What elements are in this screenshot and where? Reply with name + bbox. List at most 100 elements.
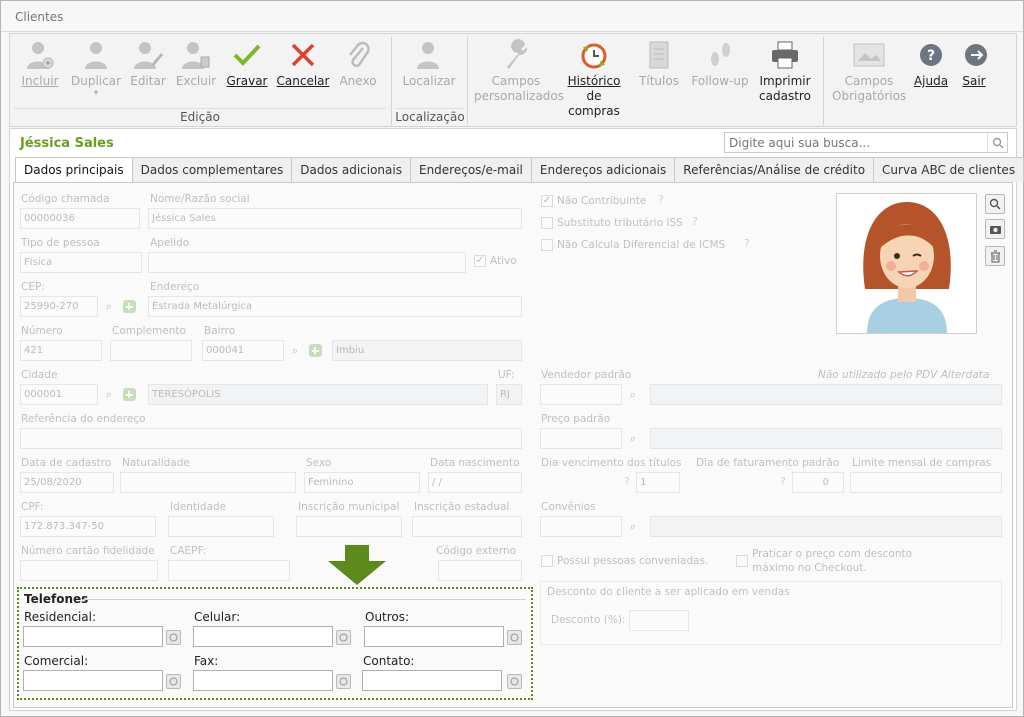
tipo-select[interactable]: Física [20,252,142,273]
delete-photo-button[interactable] [985,246,1005,266]
identidade-field[interactable] [168,516,274,537]
sexo-select[interactable]: Feminino [304,472,420,493]
followup-button[interactable]: Follow-up [690,38,750,89]
add-icon[interactable] [120,297,138,316]
cep-field[interactable]: 25990-270 [20,296,98,317]
tab-dados-adicionais[interactable]: Dados adicionais [291,157,411,182]
residencial-field[interactable] [23,626,163,647]
data-cadastro-field[interactable]: 25/08/2020 [20,472,114,493]
search-icon[interactable]: ⌕ [624,429,642,448]
ajuda-button[interactable]: ? Ajuda [910,38,952,89]
fax-field[interactable] [193,670,333,691]
desconto-field[interactable] [629,610,689,631]
avatar [863,202,951,333]
convenios-field[interactable] [540,516,622,537]
add-icon[interactable] [306,341,324,360]
phone-icon[interactable] [336,674,351,689]
tab-dados-principais[interactable]: Dados principais [15,157,133,183]
referencia-field[interactable] [20,428,522,449]
codigo-field[interactable]: 00000036 [20,208,140,229]
dia-venc-stepper[interactable]: 1 [636,472,680,493]
celular-field[interactable] [193,626,333,647]
cartao-field[interactable] [20,560,158,581]
search-icon[interactable]: ⌕ [624,517,642,536]
comercial-label: Comercial: [24,654,89,668]
identidade-label: Identidade [170,501,227,513]
contato-field[interactable] [362,670,502,691]
data-nasc-field[interactable]: / / [428,472,522,493]
desconto-label: Desconto (%): [551,614,626,626]
insc-municipal-field[interactable] [296,516,402,537]
phone-icon[interactable] [507,630,522,645]
search-input[interactable] [725,133,987,152]
duplicar-button[interactable]: Duplicar ▾ [68,38,124,97]
dia-fat-stepper[interactable]: 0 [792,472,844,493]
search-icon[interactable]: ⌕ [100,297,118,316]
cidade-label: Cidade [21,369,58,381]
phone-icon[interactable] [336,630,351,645]
phone-icon[interactable] [507,674,522,689]
group-separator [391,37,392,125]
tab-dados-complementares[interactable]: Dados complementares [131,157,293,182]
naturalidade-field[interactable] [120,472,296,493]
nao-contribuinte-checkbox[interactable]: ✓ [541,195,553,207]
nao-calcula-checkbox[interactable] [541,239,553,251]
codigo-label: Código chamada [21,193,110,205]
complemento-field[interactable] [110,340,192,361]
exit-icon [956,38,996,72]
caepf-field[interactable] [168,560,290,581]
cpf-field[interactable]: 172.873.347-50 [20,516,156,537]
insc-estadual-field[interactable] [412,516,522,537]
search-icon[interactable]: ⌕ [624,385,642,404]
editar-button[interactable]: Editar [128,38,168,89]
cancelar-button[interactable]: Cancelar [276,38,330,89]
historico-compras-button[interactable]: Histórico de compras [562,38,626,119]
clientes-window: Clientes Incluir Duplicar ▾ Editar Exclu… [0,0,1024,717]
add-icon[interactable] [120,385,138,404]
numero-field[interactable]: 421 [20,340,102,361]
phone-icon[interactable] [166,674,181,689]
cidade-code-field[interactable]: 000001 [20,384,98,405]
endereco-field[interactable]: Estrada Metalúrgica [148,296,522,317]
help-icon[interactable]: ? [744,237,750,250]
search-icon[interactable]: ⌕ [286,341,304,360]
campos-personalizados-button[interactable]: Campos personalizados [474,38,564,104]
localizar-button[interactable]: Localizar [402,38,456,89]
possui-pessoas-checkbox[interactable] [541,555,553,567]
apelido-field[interactable] [148,252,466,273]
tab-referencias[interactable]: Referências/Análise de crédito [674,157,875,182]
gravar-button[interactable]: Gravar [224,38,270,89]
imprimir-cadastro-button[interactable]: Imprimir cadastro [758,38,812,104]
codigo-externo-field[interactable] [438,560,522,581]
help-icon[interactable]: ? [624,475,630,488]
anexo-button[interactable]: Anexo [336,38,380,89]
help-icon[interactable]: ? [692,215,698,228]
tab-strip: Dados principais Dados complementares Da… [15,157,1024,183]
incluir-button[interactable]: Incluir [16,38,64,89]
tab-enderecos-adicionais[interactable]: Endereços adicionais [530,157,676,182]
comercial-field[interactable] [23,670,163,691]
nome-field[interactable]: Jéssica Sales [148,208,522,229]
ativo-checkbox[interactable]: ✓ [474,255,486,267]
tab-enderecos-email[interactable]: Endereços/e-mail [409,157,532,182]
search-icon[interactable]: ⌕ [100,385,118,404]
sair-button[interactable]: Sair [956,38,992,89]
excluir-button[interactable]: Excluir [174,38,218,89]
footsteps-icon [700,38,740,72]
titulos-button[interactable]: Títulos [634,38,684,89]
phone-icon[interactable] [166,630,181,645]
outros-field[interactable] [364,626,504,647]
bairro-code-field[interactable]: 000041 [202,340,284,361]
preco-field[interactable] [540,428,622,449]
camera-button[interactable] [985,219,1005,239]
help-icon[interactable]: ? [780,475,786,488]
vendedor-field[interactable] [540,384,622,405]
search-photo-button[interactable] [985,194,1005,214]
search-icon[interactable] [987,133,1007,152]
praticar-checkbox[interactable] [736,555,748,567]
limite-field[interactable] [850,472,1002,493]
tab-curva-abc[interactable]: Curva ABC de clientes [873,157,1024,182]
help-icon[interactable]: ? [658,193,664,206]
substituto-checkbox[interactable] [541,217,553,229]
campos-obrigatorios-button[interactable]: Campos Obrigatórios [832,38,906,104]
